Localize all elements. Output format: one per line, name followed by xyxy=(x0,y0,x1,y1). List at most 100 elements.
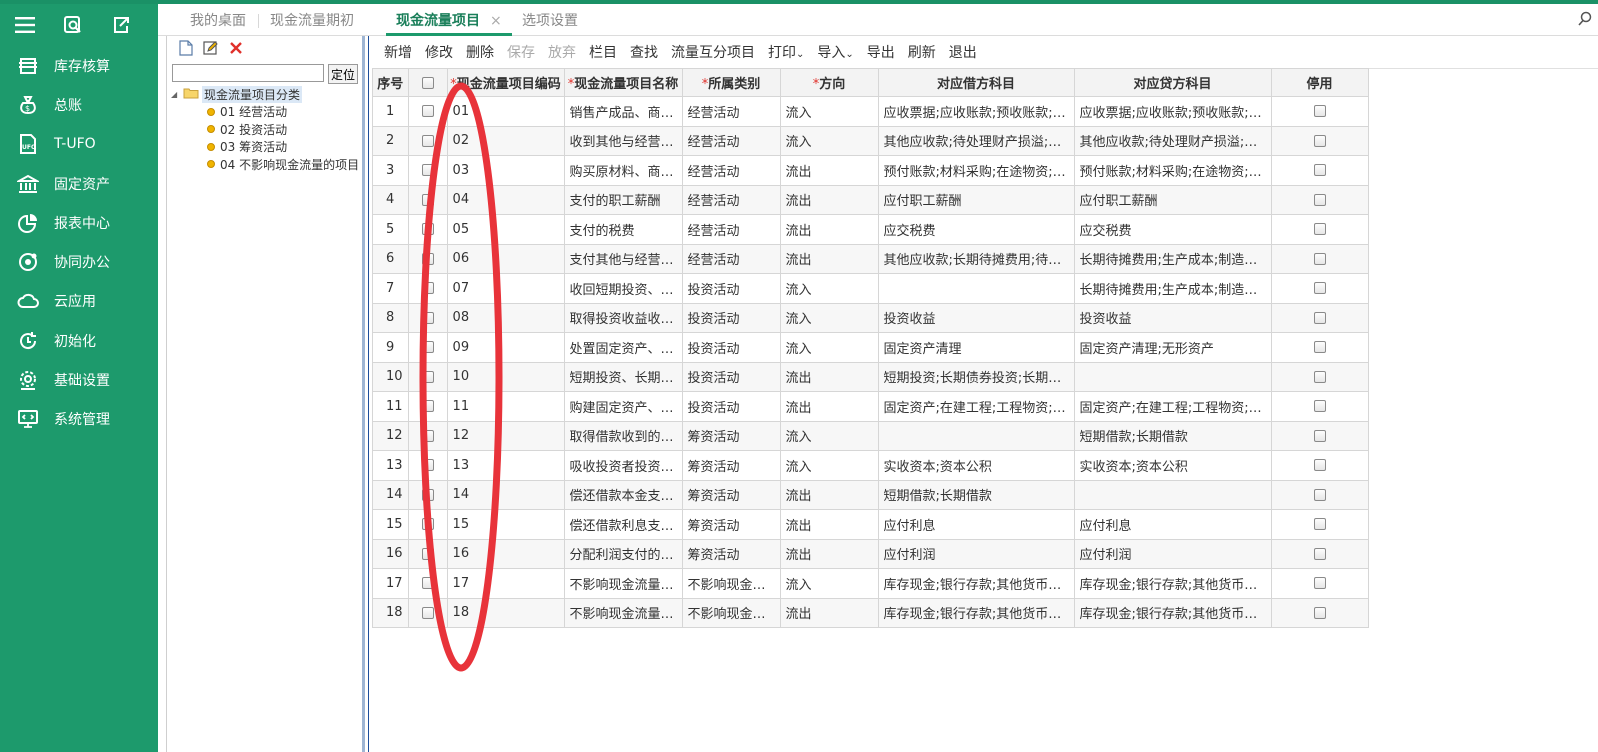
row-checkbox[interactable] xyxy=(421,193,434,206)
edit-icon[interactable] xyxy=(203,40,219,60)
cell-direction[interactable]: 流入 xyxy=(779,420,879,451)
new-document-icon[interactable] xyxy=(179,40,193,60)
cell-select[interactable] xyxy=(407,420,448,451)
cell-debit-account[interactable]: 应付利息 xyxy=(877,509,1075,540)
cell-direction[interactable]: 流出 xyxy=(779,361,879,392)
flow-mutual-items-button[interactable]: 流量互分项目 xyxy=(671,42,755,64)
exit-button[interactable]: 退出 xyxy=(949,42,977,64)
tab-my-desktop[interactable]: 我的桌面 xyxy=(190,4,246,36)
cell-credit-account[interactable]: 库存现金;银行存款;其他货币… xyxy=(1073,568,1272,599)
search-document-icon[interactable] xyxy=(62,14,84,36)
cell-disabled[interactable] xyxy=(1270,302,1369,333)
cell-name[interactable]: 购买原材料、商… xyxy=(563,155,683,186)
cell-select[interactable] xyxy=(407,155,448,186)
cell-credit-account[interactable]: 固定资产清理;无形资产 xyxy=(1073,332,1272,363)
tab-cash-flow-items[interactable]: 现金流量项目 × xyxy=(386,4,512,36)
cell-code[interactable]: 05 xyxy=(446,214,565,245)
cell-debit-account[interactable]: 固定资产清理 xyxy=(877,332,1075,363)
cell-debit-account[interactable] xyxy=(877,420,1075,451)
cell-debit-account[interactable]: 短期借款;长期借款 xyxy=(877,479,1075,510)
cell-credit-account[interactable]: 短期借款;长期借款 xyxy=(1073,420,1272,451)
print-button[interactable]: 打印⌄ xyxy=(768,42,804,64)
cell-disabled[interactable] xyxy=(1270,361,1369,392)
cell-credit-account[interactable]: 应付利息 xyxy=(1073,509,1272,540)
cell-select[interactable] xyxy=(407,538,448,569)
cell-select[interactable] xyxy=(407,302,448,333)
col-header-seq[interactable]: 序号 xyxy=(372,68,409,97)
table-row[interactable]: 14 14 偿还借款本金支… 筹资活动 流出 短期借款;长期借款 xyxy=(372,479,1369,510)
cell-select[interactable] xyxy=(407,273,448,304)
cell-select[interactable] xyxy=(407,568,448,599)
cell-category[interactable]: 筹资活动 xyxy=(681,538,781,569)
table-row[interactable]: 2 02 收到其他与经营… 经营活动 流入 其他应收款;待处理财产损溢;… 其他应收款;待处… xyxy=(372,125,1369,156)
cell-category[interactable]: 筹资活动 xyxy=(681,420,781,451)
cell-direction[interactable]: 流入 xyxy=(779,568,879,599)
row-checkbox[interactable] xyxy=(421,252,434,265)
disabled-checkbox[interactable] xyxy=(1313,105,1326,118)
cell-credit-account[interactable] xyxy=(1073,479,1272,510)
cell-category[interactable]: 不影响现金… xyxy=(681,597,781,628)
discard-button[interactable]: 放弃 xyxy=(548,42,576,64)
cell-credit-account[interactable]: 实收资本;资本公积 xyxy=(1073,450,1272,481)
cell-select[interactable] xyxy=(407,509,448,540)
cell-name[interactable]: 支付其他与经营… xyxy=(563,243,683,274)
cell-disabled[interactable] xyxy=(1270,273,1369,304)
table-row[interactable]: 10 10 短期投资、长期… 投资活动 流出 短期投资;长期债券投资;长期… xyxy=(372,361,1369,392)
row-checkbox[interactable] xyxy=(421,488,434,501)
sidebar-item-fixed-assets[interactable]: 固定资产 xyxy=(0,164,158,203)
cell-disabled[interactable] xyxy=(1270,420,1369,451)
cell-direction[interactable]: 流入 xyxy=(779,273,879,304)
cell-direction[interactable]: 流入 xyxy=(779,96,879,127)
row-checkbox[interactable] xyxy=(421,577,434,590)
disabled-checkbox[interactable] xyxy=(1313,311,1326,324)
cell-select[interactable] xyxy=(407,597,448,628)
cell-credit-account[interactable]: 应付职工薪酬 xyxy=(1073,184,1272,215)
cell-code[interactable]: 12 xyxy=(446,420,565,451)
delete-button[interactable]: 删除 xyxy=(466,42,494,64)
find-button[interactable]: 查找 xyxy=(630,42,658,64)
disabled-checkbox[interactable] xyxy=(1313,223,1326,236)
cell-category[interactable]: 经营活动 xyxy=(681,125,781,156)
row-checkbox[interactable] xyxy=(421,400,434,413)
cell-debit-account[interactable]: 固定资产;在建工程;工程物资;… xyxy=(877,391,1075,422)
cell-credit-account[interactable]: 应交税费 xyxy=(1073,214,1272,245)
row-checkbox[interactable] xyxy=(421,105,434,118)
cell-direction[interactable]: 流入 xyxy=(779,125,879,156)
cell-name[interactable]: 不影响现金流量… xyxy=(563,597,683,628)
cell-disabled[interactable] xyxy=(1270,155,1369,186)
delete-icon[interactable] xyxy=(229,41,243,59)
cell-debit-account[interactable]: 投资收益 xyxy=(877,302,1075,333)
cell-category[interactable]: 投资活动 xyxy=(681,273,781,304)
row-checkbox[interactable] xyxy=(421,518,434,531)
cell-disabled[interactable] xyxy=(1270,184,1369,215)
cell-name[interactable]: 收到其他与经营… xyxy=(563,125,683,156)
table-row[interactable]: 6 06 支付其他与经营… 经营活动 流出 其他应收款;长期待摊费用;待… 长期待摊费用;生… xyxy=(372,243,1369,274)
cell-debit-account[interactable]: 其他应收款;待处理财产损溢;… xyxy=(877,125,1075,156)
menu-icon[interactable] xyxy=(14,14,36,36)
tree-root-node[interactable]: ◢ 现金流量项目分类 xyxy=(171,86,359,103)
cell-disabled[interactable] xyxy=(1270,509,1369,540)
cell-direction[interactable]: 流出 xyxy=(779,155,879,186)
cell-category[interactable]: 投资活动 xyxy=(681,332,781,363)
cell-debit-account[interactable]: 短期投资;长期债券投资;长期… xyxy=(877,361,1075,392)
cell-name[interactable]: 取得投资收益收… xyxy=(563,302,683,333)
cell-disabled[interactable] xyxy=(1270,597,1369,628)
cell-direction[interactable]: 流出 xyxy=(779,214,879,245)
table-row[interactable]: 4 04 支付的职工薪酬 经营活动 流出 应付职工薪酬 应付职工薪酬 xyxy=(372,184,1369,215)
disabled-checkbox[interactable] xyxy=(1313,429,1326,442)
cell-credit-account[interactable]: 库存现金;银行存款;其他货币… xyxy=(1073,597,1272,628)
disabled-checkbox[interactable] xyxy=(1313,577,1326,590)
cell-select[interactable] xyxy=(407,214,448,245)
cell-credit-account[interactable]: 其他应收款;待处理财产损溢;… xyxy=(1073,125,1272,156)
cell-category[interactable]: 筹资活动 xyxy=(681,479,781,510)
disabled-checkbox[interactable] xyxy=(1313,252,1326,265)
col-header-disabled[interactable]: 停用 xyxy=(1270,68,1369,97)
sidebar-item-cloud-apps[interactable]: 云应用 xyxy=(0,282,158,321)
sidebar-item-initialization[interactable]: 初始化 xyxy=(0,321,158,360)
cell-debit-account[interactable] xyxy=(877,273,1075,304)
cell-category[interactable]: 筹资活动 xyxy=(681,509,781,540)
cell-disabled[interactable] xyxy=(1270,479,1369,510)
cell-code[interactable]: 14 xyxy=(446,479,565,510)
cell-select[interactable] xyxy=(407,243,448,274)
cell-debit-account[interactable]: 预付账款;材料采购;在途物资;… xyxy=(877,155,1075,186)
